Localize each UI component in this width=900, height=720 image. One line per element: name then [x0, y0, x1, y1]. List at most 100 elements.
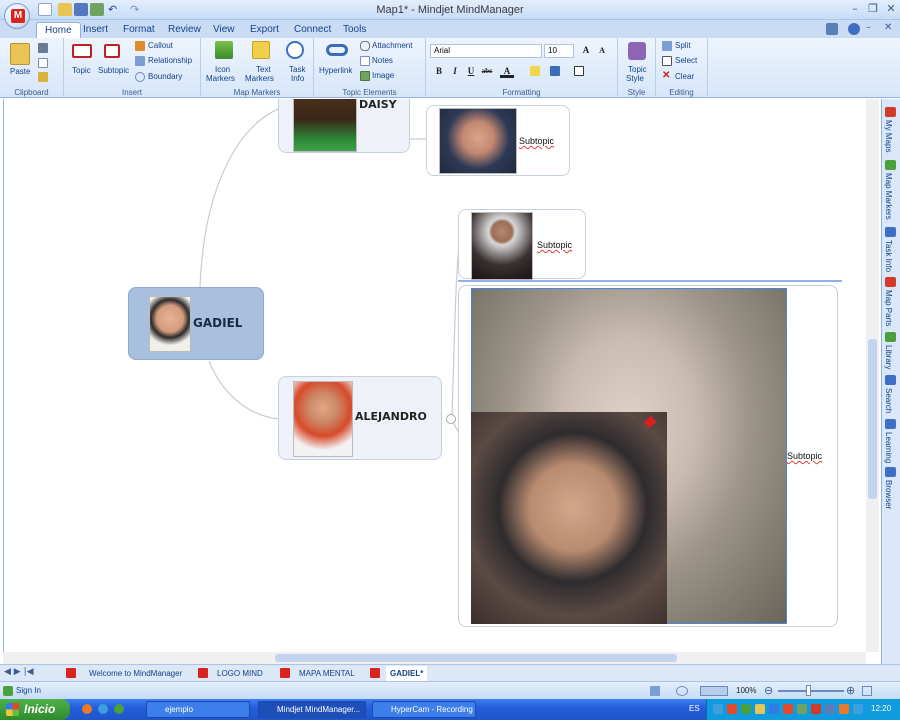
grow-font-icon[interactable]: A [579, 44, 593, 57]
sheet-tab-logo-mind[interactable]: LOGO MIND [217, 666, 263, 681]
font-size-select[interactable]: 10 [544, 44, 574, 58]
zoom-out-icon[interactable]: ⊖ [764, 684, 773, 697]
doc-close-icon[interactable]: ✕ [884, 22, 892, 33]
horizontal-scrollbar[interactable] [3, 652, 866, 664]
paste-button[interactable]: Paste [10, 67, 30, 76]
app-menu-button[interactable]: M [4, 3, 30, 29]
relationship-icon[interactable] [135, 56, 145, 66]
line-color-icon[interactable] [550, 66, 560, 76]
tab-review[interactable]: Review [160, 22, 209, 38]
tab-view[interactable]: View [205, 22, 243, 38]
nav-arrows-icon[interactable]: ◀ ▶ |◀ [4, 667, 34, 677]
tab-home[interactable]: Home [36, 22, 81, 38]
image-icon[interactable] [360, 71, 370, 81]
ribbon-minimize-icon[interactable]: – [866, 22, 871, 33]
side-tab-task-info[interactable]: Task Info [884, 240, 893, 272]
open-folder-icon[interactable] [58, 3, 72, 16]
attachment-button[interactable]: Attachment [372, 41, 412, 50]
side-tab-map-markers[interactable]: Map Markers [884, 173, 893, 220]
subtopic-1[interactable]: Subtopic [426, 105, 570, 176]
icon-markers-button[interactable]: Icon [215, 65, 230, 74]
italic-button[interactable]: I [448, 65, 462, 78]
language-indicator[interactable]: ES [689, 704, 700, 713]
strikethrough-button[interactable]: abc [480, 65, 494, 78]
subtopic-icon[interactable] [104, 44, 120, 58]
tab-connect[interactable]: Connect [286, 22, 339, 38]
tray-mindmanager-icon[interactable] [839, 704, 849, 714]
sheet-tab-mapa-mental[interactable]: MAPA MENTAL [299, 666, 355, 681]
subtopic-3[interactable]: Subtopic [458, 285, 838, 627]
select-icon[interactable] [662, 56, 672, 66]
font-name-select[interactable]: Arial [430, 44, 542, 58]
attachment-icon[interactable] [360, 41, 370, 51]
map-canvas[interactable]: DAISY Subtopic Subtopic GADIEL ALEJANDRO… [3, 99, 866, 652]
zoom-slider[interactable] [778, 690, 844, 692]
clear-button[interactable]: Clear [675, 72, 694, 81]
close-button[interactable]: ✕ [884, 2, 898, 16]
sign-in-button[interactable]: Sign In [16, 686, 41, 695]
topic-style-button-line2[interactable]: Style [626, 74, 644, 83]
image-button[interactable]: Image [372, 71, 394, 80]
central-topic[interactable]: GADIEL [128, 287, 264, 360]
redo-icon[interactable]: ↷ [130, 3, 144, 16]
layout-icon[interactable] [826, 23, 838, 35]
topic-style-icon[interactable] [628, 42, 646, 60]
format-painter-icon[interactable] [38, 72, 48, 82]
side-tab-library[interactable]: Library [884, 345, 893, 369]
split-button[interactable]: Split [675, 41, 691, 50]
icon-markers-icon[interactable] [215, 41, 233, 59]
topic-icon[interactable] [72, 44, 92, 58]
zoom-in-icon[interactable]: ⊕ [846, 684, 855, 697]
subtopic-2[interactable]: Subtopic [458, 209, 586, 280]
tab-export[interactable]: Export [242, 22, 287, 38]
task-info-button-line2[interactable]: Info [291, 74, 304, 83]
text-markers-button[interactable]: Text [256, 65, 271, 74]
notes-icon[interactable] [360, 56, 370, 66]
font-color-button[interactable]: A [500, 65, 514, 78]
paste-icon[interactable] [10, 43, 30, 65]
restore-button[interactable]: ❐ [866, 2, 880, 16]
topic-style-button[interactable]: Topic [628, 65, 647, 74]
hyperlink-icon[interactable] [326, 44, 348, 56]
side-tab-learning[interactable]: Learning [884, 432, 893, 463]
subtopic-button[interactable]: Subtopic [98, 66, 129, 75]
tray-security-icon[interactable] [853, 704, 863, 714]
vertical-scroll-thumb[interactable] [868, 339, 877, 499]
tray-app-icon[interactable] [797, 704, 807, 714]
shrink-font-icon[interactable]: A [595, 44, 609, 57]
hyperlink-button[interactable]: Hyperlink [319, 66, 352, 75]
tab-insert[interactable]: Insert [75, 22, 116, 38]
tray-bluetooth-icon[interactable] [769, 704, 779, 714]
tray-alert-icon[interactable] [783, 704, 793, 714]
tray-monitor-icon[interactable] [825, 704, 835, 714]
text-markers-icon[interactable] [252, 41, 270, 59]
underline-button[interactable]: U [464, 65, 478, 78]
help-icon[interactable] [848, 23, 860, 35]
collapse-toggle-icon[interactable] [446, 414, 456, 424]
side-tab-browser[interactable]: Browser [884, 480, 893, 509]
tray-network-icon[interactable] [713, 704, 723, 714]
clear-icon[interactable]: ✕ [662, 70, 670, 81]
tray-record-icon[interactable] [811, 704, 821, 714]
tray-update-icon[interactable] [741, 704, 751, 714]
task-info-button[interactable]: Task [289, 65, 305, 74]
topic-button[interactable]: Topic [72, 66, 91, 75]
fill-color-icon[interactable] [530, 66, 540, 76]
taskbar-item-hypercam[interactable]: HyperCam - Recording [372, 701, 476, 718]
view-mode-icon[interactable] [700, 686, 728, 696]
notes-button[interactable]: Notes [372, 56, 393, 65]
tray-volume-icon[interactable] [755, 704, 765, 714]
align-icon[interactable] [574, 66, 584, 76]
boundary-button[interactable]: Boundary [148, 72, 182, 81]
copy-icon[interactable] [38, 58, 48, 68]
fit-map-icon[interactable] [862, 686, 872, 696]
relationship-button[interactable]: Relationship [148, 56, 192, 65]
select-button[interactable]: Select [675, 56, 697, 65]
boundary-icon[interactable] [135, 72, 145, 82]
horizontal-scroll-thumb[interactable] [275, 654, 677, 662]
focus-icon[interactable] [676, 686, 688, 696]
filter-icon[interactable] [650, 686, 660, 696]
split-icon[interactable] [662, 41, 672, 51]
topic-alejandro[interactable]: ALEJANDRO [278, 376, 442, 460]
sheet-tab-gadiel[interactable]: GADIEL* [386, 666, 428, 681]
